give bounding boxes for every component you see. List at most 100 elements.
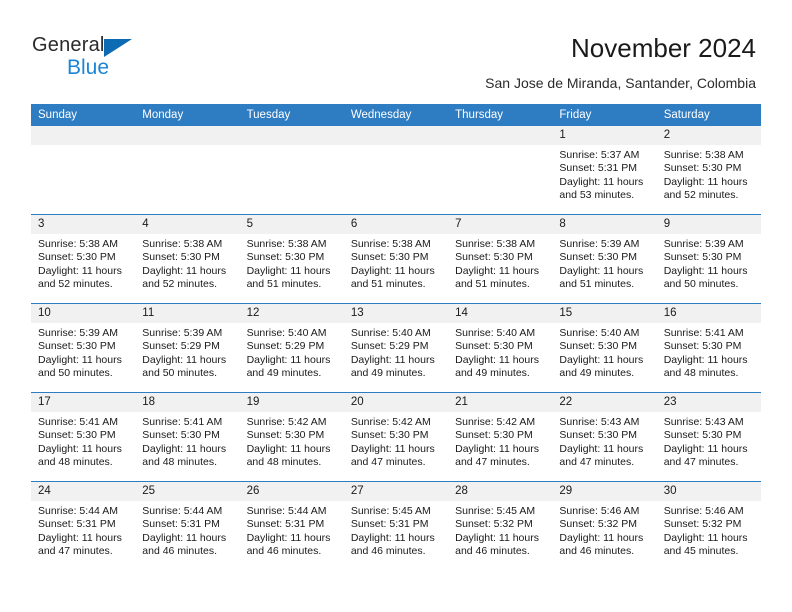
day-details: Sunrise: 5:42 AM Sunset: 5:30 PM Dayligh…: [448, 412, 552, 470]
day-cell[interactable]: 15 Sunrise: 5:40 AM Sunset: 5:30 PM Dayl…: [552, 303, 657, 393]
day-cell[interactable]: 8 Sunrise: 5:39 AM Sunset: 5:30 PM Dayli…: [552, 214, 657, 304]
day-number: 2: [656, 126, 761, 145]
daylight-text: Daylight: 11 hours and 46 minutes.: [559, 531, 644, 558]
daylight-text: Daylight: 11 hours and 52 minutes.: [38, 264, 122, 291]
day-cell[interactable]: 17 Sunrise: 5:41 AM Sunset: 5:30 PM Dayl…: [31, 392, 136, 482]
daylight-text: Daylight: 11 hours and 53 minutes.: [559, 175, 644, 202]
day-cell[interactable]: 21 Sunrise: 5:42 AM Sunset: 5:30 PM Dayl…: [448, 392, 553, 482]
sunrise-text: Sunrise: 5:39 AM: [38, 327, 118, 339]
day-cell[interactable]: 14 Sunrise: 5:40 AM Sunset: 5:30 PM Dayl…: [448, 303, 553, 393]
logo-text-general: General: [32, 34, 105, 56]
day-details: Sunrise: 5:40 AM Sunset: 5:29 PM Dayligh…: [240, 323, 344, 381]
sunrise-text: Sunrise: 5:38 AM: [142, 238, 223, 250]
day-cell[interactable]: 20 Sunrise: 5:42 AM Sunset: 5:30 PM Dayl…: [343, 392, 449, 482]
day-number: 5: [239, 215, 344, 234]
day-cell[interactable]: 4 Sunrise: 5:38 AM Sunset: 5:30 PM Dayli…: [135, 214, 240, 304]
daylight-text: Daylight: 11 hours and 48 minutes.: [38, 442, 122, 469]
day-number: 6: [343, 215, 449, 234]
weekday-header-tuesday: Tuesday: [239, 104, 344, 126]
sunset-text: Sunset: 5:30 PM: [663, 340, 742, 353]
day-cell[interactable]: 22 Sunrise: 5:43 AM Sunset: 5:30 PM Dayl…: [552, 392, 657, 482]
day-number: 16: [656, 304, 761, 323]
sunset-text: Sunset: 5:30 PM: [559, 340, 638, 353]
day-cell[interactable]: 26 Sunrise: 5:44 AM Sunset: 5:31 PM Dayl…: [239, 481, 344, 570]
calendar-header-row: Sunday Monday Tuesday Wednesday Thursday…: [31, 104, 761, 126]
day-details: Sunrise: 5:39 AM Sunset: 5:29 PM Dayligh…: [135, 323, 239, 381]
calendar-body: 1 Sunrise: 5:37 AM Sunset: 5:31 PM Dayli…: [31, 126, 761, 570]
day-cell[interactable]: [448, 126, 553, 215]
day-cell[interactable]: 9 Sunrise: 5:39 AM Sunset: 5:30 PM Dayli…: [656, 214, 761, 304]
daylight-text: Daylight: 11 hours and 47 minutes.: [350, 442, 435, 469]
sunrise-text: Sunrise: 5:44 AM: [38, 505, 118, 517]
day-number: 14: [448, 304, 553, 323]
sunrise-text: Sunrise: 5:40 AM: [246, 327, 327, 339]
daylight-text: Daylight: 11 hours and 47 minutes.: [38, 531, 122, 558]
daylight-text: Daylight: 11 hours and 46 minutes.: [350, 531, 435, 558]
day-cell[interactable]: 29 Sunrise: 5:46 AM Sunset: 5:32 PM Dayl…: [552, 481, 657, 570]
sunset-text: Sunset: 5:32 PM: [559, 518, 638, 531]
page-subtitle: San Jose de Miranda, Santander, Colombia: [485, 75, 756, 91]
sunset-text: Sunset: 5:31 PM: [246, 518, 325, 531]
sunrise-text: Sunrise: 5:39 AM: [663, 238, 744, 250]
sunset-text: Sunset: 5:30 PM: [455, 251, 533, 264]
sunrise-text: Sunrise: 5:40 AM: [455, 327, 536, 339]
day-details: Sunrise: 5:38 AM Sunset: 5:30 PM Dayligh…: [135, 234, 239, 292]
sunset-text: Sunset: 5:30 PM: [350, 251, 429, 264]
day-cell[interactable]: 6 Sunrise: 5:38 AM Sunset: 5:30 PM Dayli…: [343, 214, 449, 304]
day-cell[interactable]: 24 Sunrise: 5:44 AM Sunset: 5:31 PM Dayl…: [31, 481, 136, 570]
day-cell[interactable]: [31, 126, 136, 215]
sunrise-text: Sunrise: 5:44 AM: [142, 505, 223, 517]
day-cell[interactable]: 10 Sunrise: 5:39 AM Sunset: 5:30 PM Dayl…: [31, 303, 136, 393]
day-cell[interactable]: 11 Sunrise: 5:39 AM Sunset: 5:29 PM Dayl…: [135, 303, 240, 393]
sunrise-text: Sunrise: 5:39 AM: [142, 327, 223, 339]
sunset-text: Sunset: 5:30 PM: [455, 429, 533, 442]
day-cell[interactable]: [239, 126, 344, 215]
weekday-header-thursday: Thursday: [448, 104, 553, 126]
sunrise-text: Sunrise: 5:46 AM: [663, 505, 744, 517]
daylight-text: Daylight: 11 hours and 46 minutes.: [142, 531, 227, 558]
sunset-text: Sunset: 5:31 PM: [350, 518, 429, 531]
day-cell[interactable]: 12 Sunrise: 5:40 AM Sunset: 5:29 PM Dayl…: [239, 303, 344, 393]
day-cell[interactable]: [343, 126, 449, 215]
day-number: 28: [448, 482, 553, 501]
sunset-text: Sunset: 5:30 PM: [455, 340, 533, 353]
calendar-week-row: 10 Sunrise: 5:39 AM Sunset: 5:30 PM Dayl…: [31, 303, 761, 393]
calendar-table: Sunday Monday Tuesday Wednesday Thursday…: [31, 104, 761, 570]
daylight-text: Daylight: 11 hours and 52 minutes.: [663, 175, 748, 202]
daylight-text: Daylight: 11 hours and 50 minutes.: [663, 264, 748, 291]
day-cell[interactable]: 5 Sunrise: 5:38 AM Sunset: 5:30 PM Dayli…: [239, 214, 344, 304]
page-title: November 2024: [571, 33, 756, 63]
daylight-text: Daylight: 11 hours and 51 minutes.: [246, 264, 331, 291]
calendar-week-row: 17 Sunrise: 5:41 AM Sunset: 5:30 PM Dayl…: [31, 392, 761, 482]
day-cell[interactable]: 28 Sunrise: 5:45 AM Sunset: 5:32 PM Dayl…: [448, 481, 553, 570]
sunset-text: Sunset: 5:31 PM: [142, 518, 220, 531]
daylight-text: Daylight: 11 hours and 49 minutes.: [246, 353, 331, 380]
day-cell[interactable]: 7 Sunrise: 5:38 AM Sunset: 5:30 PM Dayli…: [448, 214, 553, 304]
day-cell[interactable]: 23 Sunrise: 5:43 AM Sunset: 5:30 PM Dayl…: [656, 392, 761, 482]
day-cell[interactable]: 27 Sunrise: 5:45 AM Sunset: 5:31 PM Dayl…: [343, 481, 449, 570]
day-cell[interactable]: 30 Sunrise: 5:46 AM Sunset: 5:32 PM Dayl…: [656, 481, 761, 570]
day-cell[interactable]: 25 Sunrise: 5:44 AM Sunset: 5:31 PM Dayl…: [135, 481, 240, 570]
day-cell[interactable]: [135, 126, 240, 215]
day-number: [31, 126, 136, 145]
day-details: Sunrise: 5:38 AM Sunset: 5:30 PM Dayligh…: [448, 234, 552, 292]
day-number: 8: [552, 215, 657, 234]
day-details: Sunrise: 5:44 AM Sunset: 5:31 PM Dayligh…: [31, 501, 135, 559]
day-cell[interactable]: 18 Sunrise: 5:41 AM Sunset: 5:30 PM Dayl…: [135, 392, 240, 482]
day-cell[interactable]: 19 Sunrise: 5:42 AM Sunset: 5:30 PM Dayl…: [239, 392, 344, 482]
sunrise-text: Sunrise: 5:42 AM: [246, 416, 327, 428]
sunset-text: Sunset: 5:30 PM: [350, 429, 429, 442]
page-header: General Blue November 2024 San Jose de M…: [0, 0, 792, 104]
logo[interactable]: General Blue: [32, 34, 212, 84]
sunrise-text: Sunrise: 5:37 AM: [559, 149, 640, 161]
day-cell[interactable]: 13 Sunrise: 5:40 AM Sunset: 5:29 PM Dayl…: [343, 303, 449, 393]
day-cell[interactable]: 3 Sunrise: 5:38 AM Sunset: 5:30 PM Dayli…: [31, 214, 136, 304]
day-number: 10: [31, 304, 136, 323]
day-cell[interactable]: 1 Sunrise: 5:37 AM Sunset: 5:31 PM Dayli…: [552, 126, 657, 215]
day-details: Sunrise: 5:45 AM Sunset: 5:31 PM Dayligh…: [344, 501, 448, 559]
day-details: Sunrise: 5:40 AM Sunset: 5:30 PM Dayligh…: [552, 323, 656, 381]
day-cell[interactable]: 2 Sunrise: 5:38 AM Sunset: 5:30 PM Dayli…: [656, 126, 761, 215]
weekday-header-wednesday: Wednesday: [343, 104, 449, 126]
day-cell[interactable]: 16 Sunrise: 5:41 AM Sunset: 5:30 PM Dayl…: [656, 303, 761, 393]
day-number: [135, 126, 240, 145]
